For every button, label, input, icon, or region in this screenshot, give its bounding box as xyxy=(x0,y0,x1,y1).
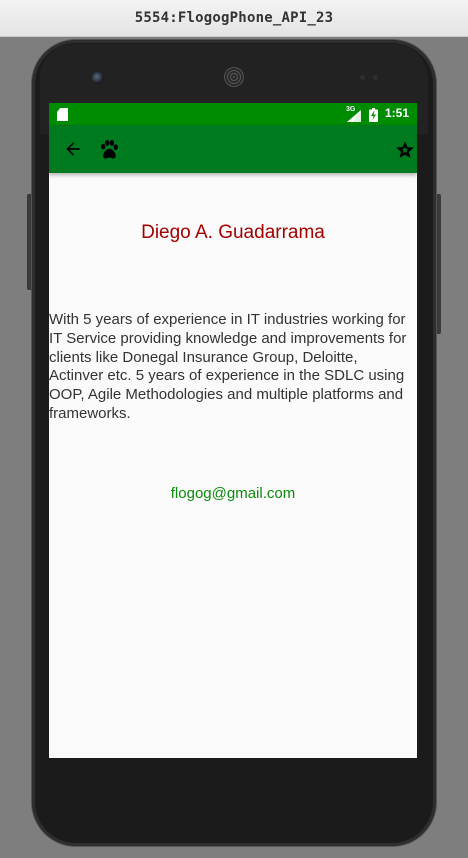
battery-charging-icon xyxy=(369,108,378,122)
paw-icon xyxy=(101,139,118,159)
light-sensor xyxy=(373,75,378,80)
signal-icon xyxy=(347,110,361,122)
back-arrow-icon[interactable] xyxy=(63,139,83,159)
device-screen: 3G 1:51 Diego A. Guadarrama With 5 years… xyxy=(49,103,417,758)
app-bar xyxy=(49,125,417,173)
profile-email-link[interactable]: flogog@gmail.com xyxy=(49,485,417,502)
sd-card-icon xyxy=(57,108,68,121)
window-title: 5554:FlogogPhone_API_23 xyxy=(134,10,334,26)
profile-name: Diego A. Guadarrama xyxy=(141,222,325,243)
proximity-sensor xyxy=(360,75,365,80)
emulator-titlebar: 5554:FlogogPhone_API_23 xyxy=(0,0,468,37)
star-badge-icon[interactable] xyxy=(395,140,415,160)
status-clock: 1:51 xyxy=(385,106,410,120)
status-bar: 3G 1:51 xyxy=(49,103,417,125)
earpiece-speaker-icon xyxy=(224,67,244,87)
front-camera-icon xyxy=(92,72,104,84)
profile-bio: With 5 years of experience in IT industr… xyxy=(49,311,407,422)
